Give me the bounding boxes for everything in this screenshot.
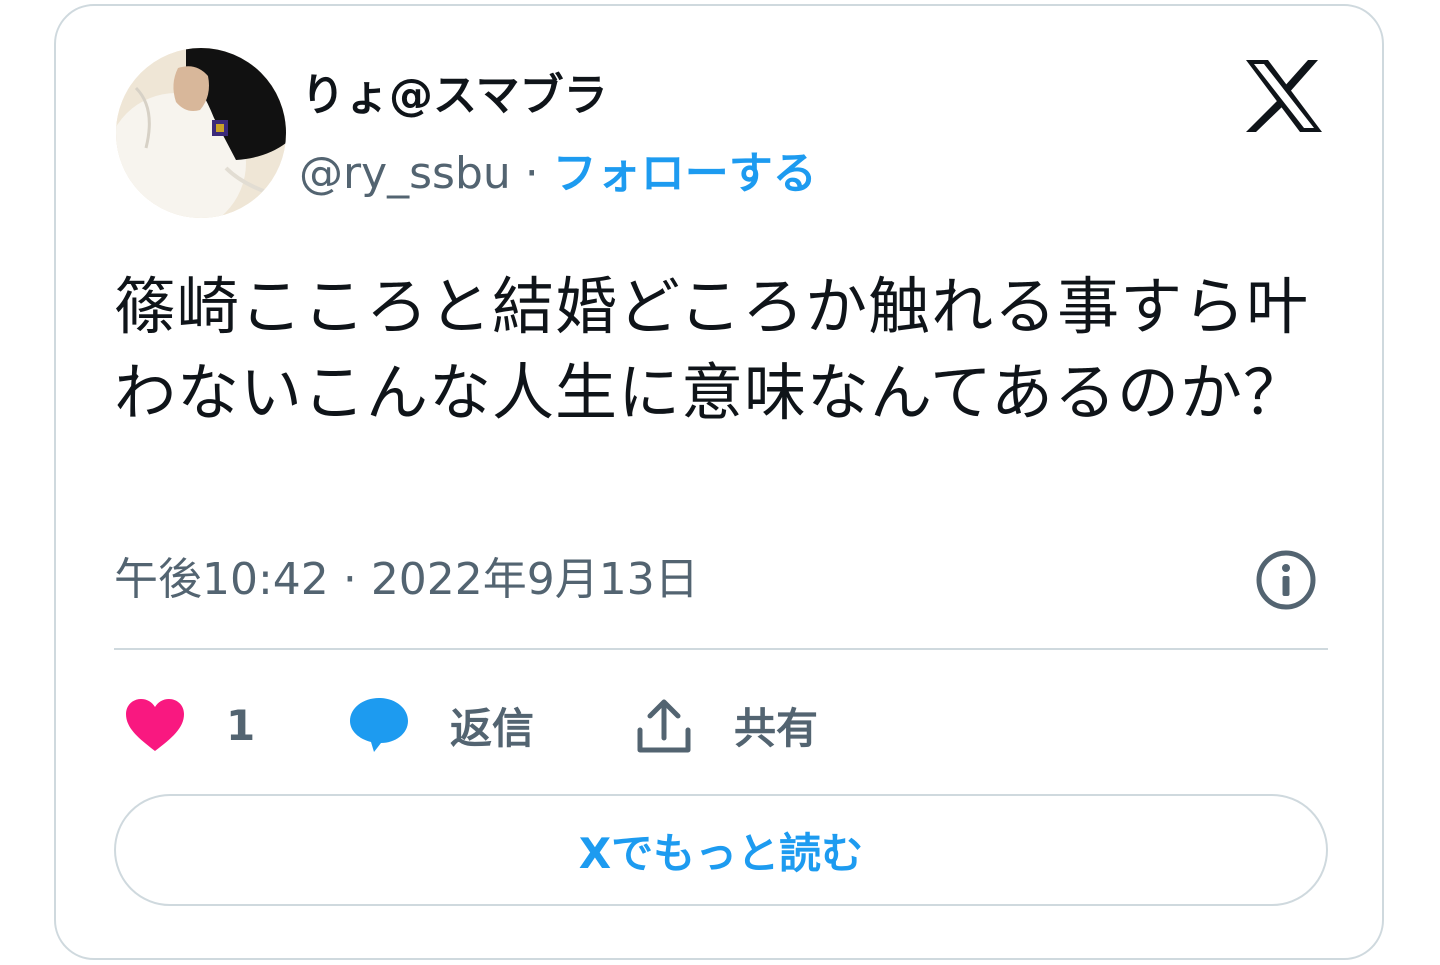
display-name[interactable]: りょ@スマブラ	[301, 66, 608, 126]
info-icon[interactable]	[1254, 548, 1318, 612]
timestamp-separator: ·	[342, 554, 357, 605]
divider	[114, 648, 1328, 650]
tweet-date: 2022年9月13日	[370, 554, 699, 605]
reply-button[interactable]: 返信	[348, 690, 534, 760]
x-logo-icon[interactable]	[1244, 58, 1324, 134]
share-label: 共有	[734, 703, 819, 753]
action-bar: 1 返信 共有	[114, 690, 1214, 760]
avatar[interactable]	[116, 48, 286, 218]
handle[interactable]: @ry_ssbu	[299, 148, 511, 199]
embedded-tweet-card: りょ@スマブラ @ry_ssbu · フォローする 篠崎こころと結婚どころか触れ…	[54, 4, 1384, 960]
tweet-text: 篠崎こころと結婚どころか触れる事すら叶わないこんな人生に意味なんてあるのか？	[114, 270, 1310, 429]
reply-label: 返信	[450, 703, 535, 753]
like-count: 1	[226, 700, 256, 750]
share-button[interactable]: 共有	[634, 690, 818, 760]
tweet-time: 午後10:42	[114, 554, 329, 605]
heart-icon	[126, 699, 184, 751]
read-more-button[interactable]: Xでもっと読む	[114, 794, 1328, 906]
follow-link[interactable]: フォローする	[553, 148, 817, 199]
avatar-photo	[116, 48, 286, 218]
speech-bubble-icon	[350, 698, 408, 752]
handle-row: @ry_ssbu · フォローする	[299, 144, 817, 204]
handle-separator: ·	[524, 148, 539, 199]
share-upload-icon	[637, 699, 691, 753]
like-button[interactable]: 1	[124, 690, 255, 760]
timestamp[interactable]: 午後10:42 · 2022年9月13日	[114, 550, 699, 610]
